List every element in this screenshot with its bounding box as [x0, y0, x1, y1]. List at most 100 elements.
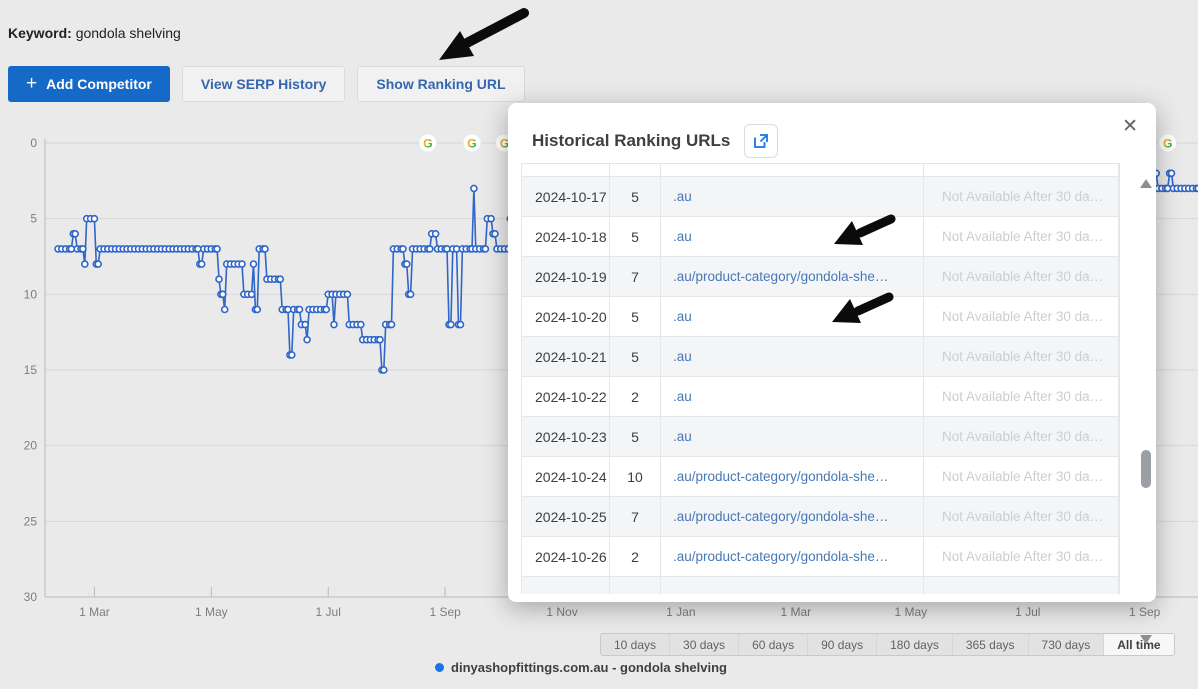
- range-button-730-days[interactable]: 730 days: [1029, 634, 1105, 655]
- range-button-60-days[interactable]: 60 days: [739, 634, 808, 655]
- svg-text:1 Mar: 1 Mar: [79, 605, 110, 619]
- table-row: 2024-10-185.auNot Available After 30 da…: [522, 217, 1119, 257]
- data-point-marker[interactable]: [400, 246, 406, 252]
- modal-title: Historical Ranking URLs: [532, 131, 730, 151]
- range-button-90-days[interactable]: 90 days: [808, 634, 877, 655]
- page: { "page": {"background": "#eaeaea"}, "he…: [0, 0, 1198, 677]
- cell-ranking-url-link[interactable]: .au: [661, 337, 924, 376]
- data-point-marker[interactable]: [251, 261, 257, 267]
- range-button-10-days[interactable]: 10 days: [601, 634, 670, 655]
- data-point-marker[interactable]: [216, 276, 222, 282]
- data-point-marker[interactable]: [304, 337, 310, 343]
- data-point-marker[interactable]: [222, 307, 228, 313]
- data-point-marker[interactable]: [427, 246, 433, 252]
- data-point-marker[interactable]: [344, 291, 350, 297]
- data-point-marker[interactable]: [1169, 170, 1175, 176]
- data-point-marker[interactable]: [381, 367, 387, 373]
- cell-rank: 7: [610, 257, 661, 296]
- data-point-marker[interactable]: [199, 261, 205, 267]
- cell-note: Not Available After 30 da…: [924, 377, 1119, 416]
- data-point-marker[interactable]: [408, 291, 414, 297]
- cell-ranking-url-link[interactable]: .au: [661, 417, 924, 456]
- cell-ranking-url-link[interactable]: .au: [661, 377, 924, 416]
- data-point-marker[interactable]: [331, 322, 337, 328]
- scroll-down-arrow-icon[interactable]: [1140, 635, 1152, 644]
- table-row: 2024-10-215.auNot Available After 30 da…: [522, 337, 1119, 377]
- data-point-marker[interactable]: [277, 276, 283, 282]
- cell-ranking-url-link[interactable]: .au: [661, 217, 924, 256]
- external-link-icon: [753, 133, 769, 149]
- cell-rank: 2: [610, 377, 661, 416]
- svg-text:1 Jul: 1 Jul: [316, 605, 341, 619]
- data-point-marker[interactable]: [239, 261, 245, 267]
- cell-rank: 2: [610, 537, 661, 576]
- svg-text:1 May: 1 May: [894, 605, 927, 619]
- data-point-marker[interactable]: [488, 216, 494, 222]
- google-g-glyph: G: [1163, 137, 1172, 151]
- data-point-marker[interactable]: [249, 291, 255, 297]
- data-point-marker[interactable]: [389, 322, 395, 328]
- svg-text:1 Jan: 1 Jan: [666, 605, 695, 619]
- data-point-marker[interactable]: [82, 261, 88, 267]
- data-point-marker[interactable]: [289, 352, 295, 358]
- close-icon[interactable]: ✕: [1118, 113, 1142, 140]
- data-point-marker[interactable]: [471, 185, 477, 191]
- cell-ranking-url-link[interactable]: .au: [661, 177, 924, 216]
- scrollbar-thumb[interactable]: [1141, 450, 1151, 488]
- range-button-365-days[interactable]: 365 days: [953, 634, 1029, 655]
- cell-note: Not Available After 30 da…: [924, 217, 1119, 256]
- data-point-marker[interactable]: [492, 231, 498, 237]
- svg-text:1 Mar: 1 Mar: [781, 605, 812, 619]
- data-point-marker[interactable]: [377, 337, 383, 343]
- data-point-marker[interactable]: [482, 246, 488, 252]
- modal-scrollbar[interactable]: [1138, 167, 1154, 689]
- cell-rank: 7: [610, 497, 661, 536]
- scroll-up-arrow-icon[interactable]: [1140, 179, 1152, 188]
- data-point-marker[interactable]: [404, 261, 410, 267]
- cell-ranking-url-link[interactable]: .au/product-category/gondola-she…: [661, 497, 924, 536]
- range-button-30-days[interactable]: 30 days: [670, 634, 739, 655]
- cell-rank: 5: [610, 297, 661, 336]
- series-dot-icon: [435, 663, 444, 672]
- cell-note: Not Available After 30 da…: [924, 177, 1119, 216]
- cell-note: Not Available After 30 da…: [924, 457, 1119, 496]
- range-button-180-days[interactable]: 180 days: [877, 634, 953, 655]
- table-row: 2024-10-205.auNot Available After 30 da…: [522, 297, 1119, 337]
- data-point-marker[interactable]: [448, 322, 454, 328]
- open-external-button[interactable]: [744, 124, 778, 158]
- svg-text:5: 5: [30, 212, 37, 226]
- cell-ranking-url-link[interactable]: .au/product-category/gondola-she…: [661, 457, 924, 496]
- data-point-marker[interactable]: [72, 231, 78, 237]
- data-point-marker[interactable]: [262, 246, 268, 252]
- cell-rank: 5: [610, 417, 661, 456]
- data-point-marker[interactable]: [214, 246, 220, 252]
- data-point-marker[interactable]: [358, 322, 364, 328]
- data-point-marker[interactable]: [323, 307, 329, 313]
- data-point-marker[interactable]: [80, 246, 86, 252]
- cell-note: Not Available After 30 da…: [924, 417, 1119, 456]
- time-range-bar: 10 days30 days60 days90 days180 days365 …: [600, 633, 1175, 656]
- data-point-marker[interactable]: [91, 216, 97, 222]
- data-point-marker[interactable]: [433, 231, 439, 237]
- table-row: 2024-10-222.auNot Available After 30 da…: [522, 377, 1119, 417]
- data-point-marker[interactable]: [220, 291, 226, 297]
- svg-text:1 Sep: 1 Sep: [429, 605, 461, 619]
- data-point-marker[interactable]: [297, 307, 303, 313]
- cell-date: 2024-10-22: [522, 377, 610, 416]
- google-g-glyph: G: [467, 137, 476, 151]
- data-point-marker[interactable]: [254, 307, 260, 313]
- modal-header: Historical Ranking URLs: [508, 103, 1156, 158]
- svg-text:1 Nov: 1 Nov: [546, 605, 577, 619]
- cell-date: 2024-10-17: [522, 177, 610, 216]
- data-point-marker[interactable]: [458, 322, 464, 328]
- data-point-marker[interactable]: [95, 261, 101, 267]
- ranking-urls-table: 2024-10-175.auNot Available After 30 da……: [521, 163, 1120, 594]
- cell-note: Not Available After 30 da…: [924, 337, 1119, 376]
- chart-legend: dinyashopfittings.com.au - gondola shelv…: [0, 660, 1198, 675]
- cell-rank: 5: [610, 217, 661, 256]
- cell-ranking-url-link[interactable]: .au/product-category/gondola-she…: [661, 257, 924, 296]
- svg-text:25: 25: [24, 514, 38, 528]
- data-point-marker[interactable]: [302, 322, 308, 328]
- cell-ranking-url-link[interactable]: .au/product-category/gondola-she…: [661, 537, 924, 576]
- cell-ranking-url-link[interactable]: .au: [661, 297, 924, 336]
